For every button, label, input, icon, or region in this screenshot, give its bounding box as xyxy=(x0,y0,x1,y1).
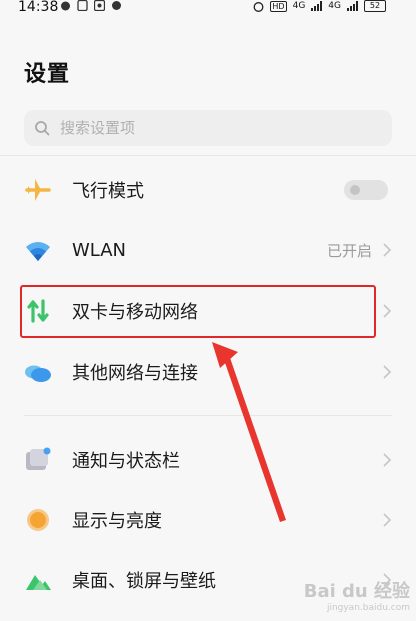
settings-notification-icon xyxy=(112,1,121,10)
page-title: 设置 xyxy=(24,62,71,87)
search-input[interactable] xyxy=(58,118,362,138)
status-right-icons: HD 4G 4G 52 xyxy=(253,0,386,12)
airplane-icon xyxy=(25,179,51,201)
section-divider xyxy=(24,415,392,416)
settings-item-label: 通知与状态栏 xyxy=(72,451,180,472)
network-type-2: 4G xyxy=(328,1,341,11)
settings-item-label: 其他网络与连接 xyxy=(72,363,198,384)
wallpaper-icon xyxy=(26,575,51,590)
settings-item-airplane-mode[interactable]: 飞行模式 xyxy=(0,160,416,220)
search-bar[interactable] xyxy=(24,110,392,146)
chevron-right-icon xyxy=(383,243,392,257)
status-bar: 14:38 HD 4G 4G 52 xyxy=(0,0,416,16)
wlan-status: 已开启 xyxy=(326,241,372,260)
status-time: 14:38 xyxy=(18,0,59,15)
battery-icon: 52 xyxy=(364,0,386,12)
watermark-url: jingyan.baidu.com xyxy=(326,603,410,613)
settings-screen: 14:38 HD 4G 4G 52 设置 搜索设置项 飞行模式 WLAN 已开启… xyxy=(0,0,416,621)
signal-icon-2 xyxy=(347,1,358,11)
signal-icon-1 xyxy=(311,1,323,11)
chevron-right-icon xyxy=(383,304,392,318)
settings-item-wlan[interactable]: WLAN 已开启 xyxy=(0,220,416,280)
alarm-icon xyxy=(253,1,264,12)
network-type-1: 4G xyxy=(292,1,306,11)
settings-item-label: WLAN xyxy=(72,239,127,261)
wifi-icon xyxy=(26,242,50,261)
divider xyxy=(0,155,416,156)
chevron-right-icon xyxy=(383,365,392,379)
photo-notification-icon xyxy=(94,0,105,11)
settings-item-notifications[interactable]: 通知与状态栏 xyxy=(0,430,416,490)
watermark: Bai du 经验 jingyan.baidu.com xyxy=(304,577,410,613)
notification-icon xyxy=(26,447,51,470)
settings-item-label: 桌面、锁屏与壁纸 xyxy=(72,571,216,592)
chevron-right-icon xyxy=(383,453,392,467)
sim-notification-icon xyxy=(77,0,88,11)
settings-item-display[interactable]: 显示与亮度 xyxy=(0,490,416,550)
annotation-highlight-box xyxy=(20,285,376,338)
status-notification-icons xyxy=(60,0,122,11)
brightness-icon xyxy=(27,509,49,531)
cloud-icon xyxy=(25,365,51,382)
watermark-logo: Bai du 经验 xyxy=(303,581,410,602)
search-icon xyxy=(35,121,50,136)
hd-icon: HD xyxy=(270,0,287,12)
settings-item-label: 飞行模式 xyxy=(72,181,144,202)
toggle-knob xyxy=(350,185,360,195)
airplane-mode-toggle[interactable] xyxy=(344,180,388,200)
chevron-right-icon xyxy=(383,513,392,527)
app-notification-icon xyxy=(61,1,70,11)
settings-item-label: 显示与亮度 xyxy=(72,511,162,532)
settings-item-other-networks[interactable]: 其他网络与连接 xyxy=(0,342,416,402)
